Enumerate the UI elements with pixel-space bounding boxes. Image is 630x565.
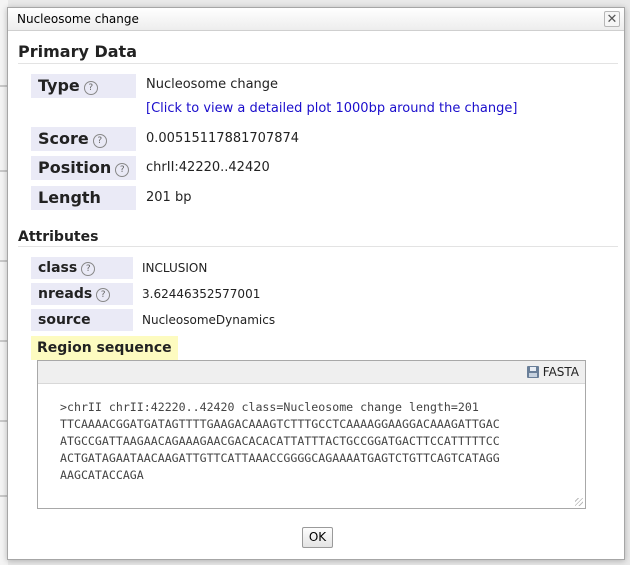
fasta-button-label: FASTA [542, 365, 579, 379]
source-label: source [31, 309, 133, 331]
score-value: 0.00515117881707874 [146, 131, 300, 146]
divider [18, 63, 618, 64]
source-label-text: source [38, 312, 91, 328]
nreads-value: 3.62446352577001 [142, 287, 261, 301]
help-icon[interactable]: ? [96, 288, 111, 302]
length-value: 201 bp [146, 190, 192, 205]
position-label: Position? [31, 156, 136, 180]
attributes-heading: Attributes [18, 229, 99, 245]
position-value: chrII:42220..42420 [146, 160, 270, 175]
divider [18, 246, 618, 247]
position-label-text: Position [38, 158, 112, 177]
feature-details-dialog: Nucleosome change ✕ Primary Data Type? N… [7, 7, 625, 560]
length-label-text: Length [38, 188, 101, 207]
source-value: NucleosomeDynamics [142, 313, 276, 327]
dialog-titlebar[interactable]: Nucleosome change ✕ [8, 8, 624, 31]
region-sequence-label: Region sequence [31, 336, 178, 360]
type-label: Type? [31, 74, 136, 98]
class-label: class? [31, 257, 133, 279]
help-icon[interactable]: ? [92, 134, 107, 148]
fasta-download-button[interactable]: FASTA [526, 364, 579, 380]
ok-button[interactable]: OK [302, 527, 333, 548]
resize-grip-icon[interactable] [575, 498, 583, 506]
sequence-toolbar: FASTA [38, 361, 585, 384]
length-label: Length [31, 186, 136, 210]
sequence-panel: FASTA >chrII chrII:42220..42420 class=Nu… [37, 360, 586, 509]
dialog-title: Nucleosome change [17, 12, 139, 26]
nreads-label: nreads? [31, 283, 133, 305]
help-icon[interactable]: ? [83, 81, 98, 95]
score-label-text: Score [38, 129, 89, 148]
nreads-label-text: nreads [38, 286, 93, 302]
class-label-text: class [38, 260, 78, 276]
floppy-disk-icon [526, 366, 539, 378]
help-icon[interactable]: ? [81, 262, 96, 276]
class-value: INCLUSION [142, 261, 208, 275]
close-icon[interactable]: ✕ [604, 11, 620, 27]
type-value: Nucleosome change [146, 77, 279, 92]
primary-data-heading: Primary Data [18, 42, 137, 61]
detailed-plot-link[interactable]: [Click to view a detailed plot 1000bp ar… [146, 101, 517, 116]
fasta-sequence-text[interactable]: >chrII chrII:42220..42420 class=Nucleoso… [60, 399, 500, 484]
type-label-text: Type [38, 76, 80, 95]
help-icon[interactable]: ? [115, 163, 130, 177]
score-label: Score? [31, 127, 136, 151]
